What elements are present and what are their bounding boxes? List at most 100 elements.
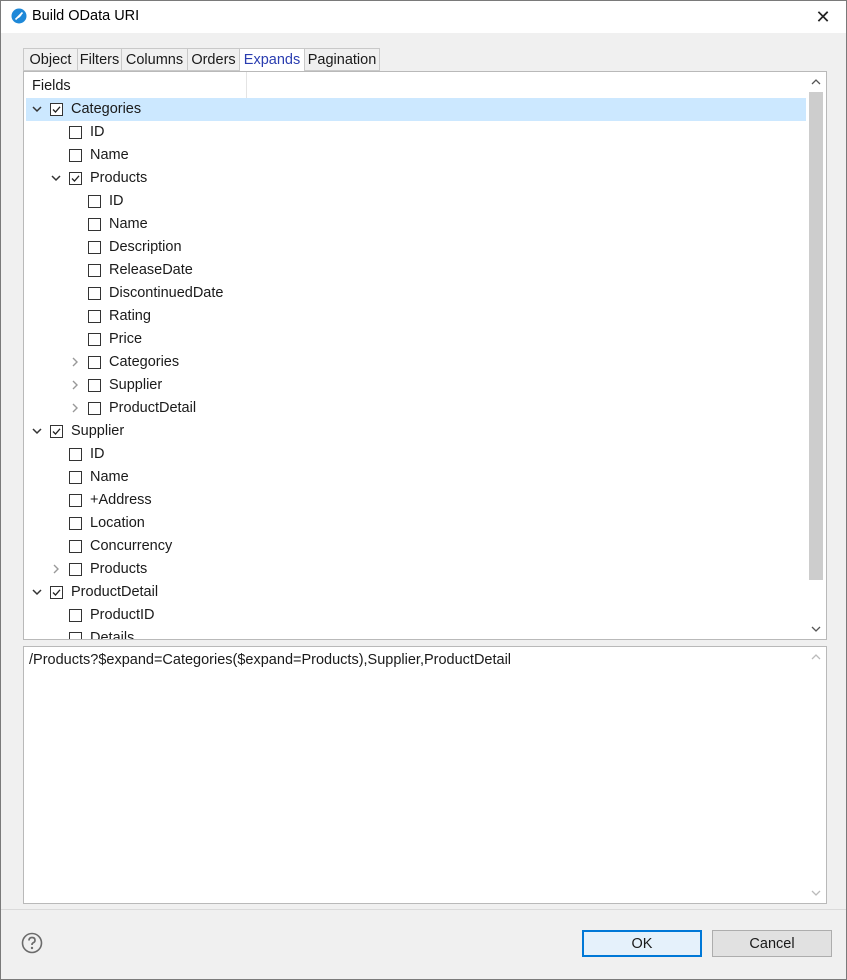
- chevron-down-icon[interactable]: [31, 586, 43, 598]
- tree-item[interactable]: Name: [26, 213, 806, 236]
- tree-item-label: ID: [90, 446, 105, 462]
- tree-item-checkbox[interactable]: [69, 632, 82, 639]
- tree-item[interactable]: ID: [26, 443, 806, 466]
- tree-item[interactable]: DiscontinuedDate: [26, 282, 806, 305]
- tree-item-label: Rating: [109, 308, 151, 324]
- fields-header-label: Fields: [32, 78, 71, 94]
- tab-expands[interactable]: Expands: [239, 48, 305, 72]
- tree-item-label: Concurrency: [90, 538, 173, 554]
- scrollbar-thumb[interactable]: [809, 92, 823, 580]
- tree-item[interactable]: Products: [26, 558, 806, 581]
- tree-item[interactable]: Location: [26, 512, 806, 535]
- chevron-right-icon[interactable]: [50, 563, 62, 575]
- tree-item-checkbox[interactable]: [88, 333, 101, 346]
- tree-item[interactable]: Rating: [26, 305, 806, 328]
- tree-item[interactable]: ID: [26, 190, 806, 213]
- tree-item-checkbox[interactable]: [50, 425, 63, 438]
- chevron-right-icon[interactable]: [69, 402, 81, 414]
- tree-item[interactable]: Concurrency: [26, 535, 806, 558]
- close-icon[interactable]: ✕: [800, 1, 846, 33]
- tree-item-label: DiscontinuedDate: [109, 285, 224, 301]
- tree-item-checkbox[interactable]: [88, 287, 101, 300]
- fields-panel: Fields Categories ID Name Products ID Name Des…: [23, 71, 827, 640]
- tree-item-checkbox[interactable]: [69, 609, 82, 622]
- tree-item-checkbox[interactable]: [88, 264, 101, 277]
- tree-item[interactable]: Products: [26, 167, 806, 190]
- uri-scrollbar[interactable]: [806, 647, 826, 903]
- tree-item-checkbox[interactable]: [69, 494, 82, 507]
- tab-filters[interactable]: Filters: [77, 48, 122, 71]
- tab-object[interactable]: Object: [23, 48, 78, 71]
- tree-item[interactable]: ProductID: [26, 604, 806, 627]
- tree-item-checkbox[interactable]: [69, 172, 82, 185]
- tree-item-label: Name: [109, 216, 148, 232]
- tree-item-checkbox[interactable]: [88, 379, 101, 392]
- tree-item[interactable]: ProductDetail: [26, 581, 806, 604]
- tree-item[interactable]: Name: [26, 144, 806, 167]
- fields-column-header[interactable]: Fields: [24, 72, 247, 98]
- tree-item-checkbox[interactable]: [69, 448, 82, 461]
- footer-divider: [1, 909, 846, 910]
- scroll-up-icon[interactable]: [806, 74, 826, 90]
- tree-item-label: ID: [109, 193, 124, 209]
- tree-item-checkbox[interactable]: [88, 356, 101, 369]
- uri-textarea[interactable]: /Products?$expand=Categories($expand=Pro…: [23, 646, 827, 904]
- tree-item-label: Price: [109, 331, 143, 347]
- tree-item-label: ProductDetail: [109, 400, 197, 416]
- chevron-right-icon[interactable]: [69, 356, 81, 368]
- tree-item[interactable]: ID: [26, 121, 806, 144]
- tree-item-checkbox[interactable]: [88, 310, 101, 323]
- chevron-down-icon[interactable]: [31, 425, 43, 437]
- tree-item-label: ID: [90, 124, 105, 140]
- tree-item[interactable]: Categories: [26, 351, 806, 374]
- tree-item-checkbox[interactable]: [69, 471, 82, 484]
- tab-orders[interactable]: Orders: [187, 48, 240, 71]
- fields-tree: Categories ID Name Products ID Name Descriptio…: [24, 98, 806, 639]
- help-icon[interactable]: [21, 932, 43, 954]
- ok-button[interactable]: OK: [582, 930, 702, 957]
- tree-item-checkbox[interactable]: [69, 517, 82, 530]
- tree-scrollbar[interactable]: [806, 72, 826, 639]
- tree-item-checkbox[interactable]: [88, 218, 101, 231]
- chevron-down-icon[interactable]: [31, 103, 43, 115]
- scroll-up-icon[interactable]: [806, 649, 826, 665]
- tree-item-label: Description: [109, 239, 182, 255]
- tree-item[interactable]: Description: [26, 236, 806, 259]
- tree-item-checkbox[interactable]: [69, 540, 82, 553]
- tree-item[interactable]: Categories: [26, 98, 806, 121]
- window-title: Build OData URI: [32, 8, 140, 24]
- tree-item-checkbox[interactable]: [50, 103, 63, 116]
- tree-item[interactable]: Name: [26, 466, 806, 489]
- scroll-down-icon[interactable]: [806, 621, 826, 637]
- tree-item-checkbox[interactable]: [88, 241, 101, 254]
- feather-icon: [11, 8, 27, 24]
- tree-item[interactable]: +Address: [26, 489, 806, 512]
- tree-item[interactable]: Price: [26, 328, 806, 351]
- tab-pagination[interactable]: Pagination: [304, 48, 380, 71]
- tree-item-label: Name: [90, 469, 129, 485]
- tree-item-label: Products: [90, 561, 148, 577]
- chevron-right-icon[interactable]: [69, 379, 81, 391]
- tree-item-label: +Address: [90, 492, 152, 508]
- tree-item-label: Products: [90, 170, 148, 186]
- tree-item-label: ProductID: [90, 607, 155, 623]
- uri-text: /Products?$expand=Categories($expand=Pro…: [29, 652, 512, 668]
- tree-item-checkbox[interactable]: [69, 149, 82, 162]
- tree-item[interactable]: Details: [26, 627, 806, 639]
- chevron-down-icon[interactable]: [50, 172, 62, 184]
- tree-item-checkbox[interactable]: [50, 586, 63, 599]
- tree-item[interactable]: Supplier: [26, 420, 806, 443]
- tree-item[interactable]: ReleaseDate: [26, 259, 806, 282]
- dialog-window: Build OData URI ✕ Object Filters Columns Or…: [0, 0, 847, 980]
- scroll-down-icon[interactable]: [806, 885, 826, 901]
- tree-item-checkbox[interactable]: [88, 402, 101, 415]
- tree-item-checkbox[interactable]: [69, 126, 82, 139]
- tree-item[interactable]: ProductDetail: [26, 397, 806, 420]
- tree-item-checkbox[interactable]: [88, 195, 101, 208]
- tree-item-label: Categories: [71, 101, 142, 117]
- tab-columns[interactable]: Columns: [121, 48, 188, 71]
- tree-item-label: Name: [90, 147, 129, 163]
- tree-item[interactable]: Supplier: [26, 374, 806, 397]
- cancel-button[interactable]: Cancel: [712, 930, 832, 957]
- tree-item-checkbox[interactable]: [69, 563, 82, 576]
